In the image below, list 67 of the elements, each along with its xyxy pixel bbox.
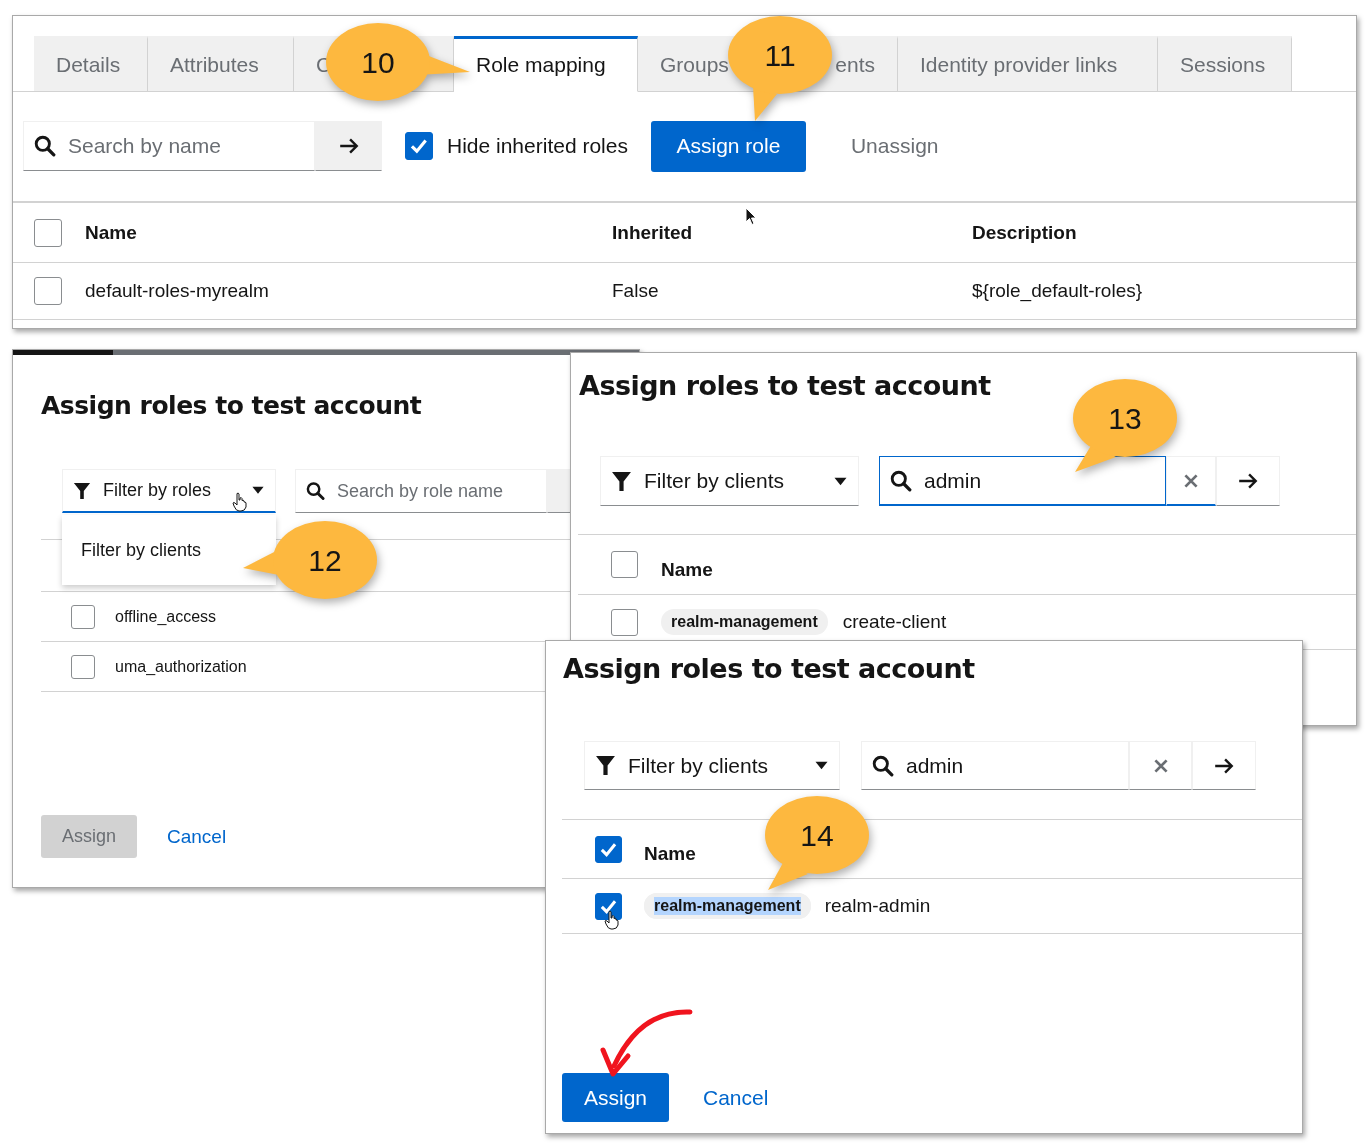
callout-tooltip: 11 <box>727 14 833 122</box>
assign-role-button[interactable]: Assign role <box>650 120 806 172</box>
select-all-checkbox[interactable] <box>595 835 622 863</box>
hand-cursor-icon <box>604 910 619 930</box>
filter-dropdown[interactable]: Filter by clients <box>600 456 859 506</box>
column-header: Inherited <box>612 221 694 244</box>
role-name: uma_authorization <box>115 657 247 676</box>
tab[interactable]: Attributes <box>148 36 294 92</box>
filter-dropdown[interactable]: Filter by clients <box>584 741 840 790</box>
search-field[interactable]: admin <box>861 741 1129 790</box>
row-checkbox[interactable] <box>595 892 622 920</box>
column-header: Name <box>644 843 696 865</box>
caret-icon <box>814 761 829 770</box>
caret-icon <box>833 476 848 486</box>
checkbox-label: Hide inherited roles <box>447 134 628 158</box>
search-field[interactable]: admin <box>879 456 1166 506</box>
search-icon <box>306 481 325 501</box>
filter-icon <box>611 470 632 492</box>
clear-icon <box>1183 472 1199 489</box>
row-checkbox[interactable] <box>34 277 62 305</box>
clear-button[interactable] <box>1166 456 1216 506</box>
table-cell-text: default-roles-myrealm <box>85 280 270 302</box>
clear-icon <box>1152 757 1169 774</box>
table-cell-text: False <box>612 280 660 302</box>
caret-icon <box>251 486 265 495</box>
role-name: create-client <box>842 611 947 633</box>
column-header: Name <box>85 221 138 244</box>
column-header: Description <box>972 221 1078 244</box>
role-name: realm-admin <box>824 895 931 917</box>
callout-tooltip: 12 <box>242 520 377 600</box>
tab[interactable]: Sessions <box>1158 36 1292 92</box>
filter-icon <box>595 755 616 776</box>
search-submit-button[interactable] <box>1192 741 1256 790</box>
row-checkbox[interactable] <box>611 608 638 636</box>
tab[interactable]: Details <box>34 36 148 92</box>
select-all-checkbox[interactable] <box>611 551 638 578</box>
table-cell-text: ${role_default-roles} <box>972 280 1144 302</box>
assign-button[interactable]: Assign <box>562 1073 669 1122</box>
column-header: Name <box>661 558 713 581</box>
search-icon <box>34 135 56 157</box>
search-icon <box>890 470 912 492</box>
tab[interactable]: Identity provider links <box>898 36 1158 92</box>
cancel-button[interactable]: Cancel <box>167 821 227 852</box>
search-field[interactable]: Search by role name <box>295 469 547 513</box>
unassign-button[interactable]: Unassign <box>850 130 939 162</box>
tab[interactable]: Role mapping <box>454 36 638 92</box>
cancel-button[interactable]: Cancel <box>703 1081 769 1114</box>
checkbox[interactable] <box>405 132 433 160</box>
hand-cursor-icon <box>232 492 247 512</box>
filter-icon <box>73 481 91 500</box>
row-checkbox[interactable] <box>71 654 95 679</box>
client-tag: realm-management <box>644 893 811 919</box>
search-submit-button[interactable] <box>1216 456 1280 506</box>
callout-tooltip: 14 <box>764 795 870 891</box>
search-icon <box>872 754 894 777</box>
checkmark-icon <box>409 136 429 156</box>
pointer-cursor-icon <box>745 207 757 226</box>
dialog-title: Assign roles to test account <box>579 369 992 403</box>
search-field[interactable]: Search by name <box>23 121 315 171</box>
search-submit-button[interactable] <box>315 121 382 171</box>
callout-tooltip: 13 <box>1072 378 1178 473</box>
row-checkbox[interactable] <box>71 604 95 629</box>
client-tag: realm-management <box>661 609 828 635</box>
filter-dropdown[interactable]: Filter by roles <box>62 469 276 513</box>
select-all-checkbox[interactable] <box>34 218 62 247</box>
role-name: offline_access <box>115 607 217 626</box>
dialog-title: Assign roles to test account <box>563 652 976 686</box>
